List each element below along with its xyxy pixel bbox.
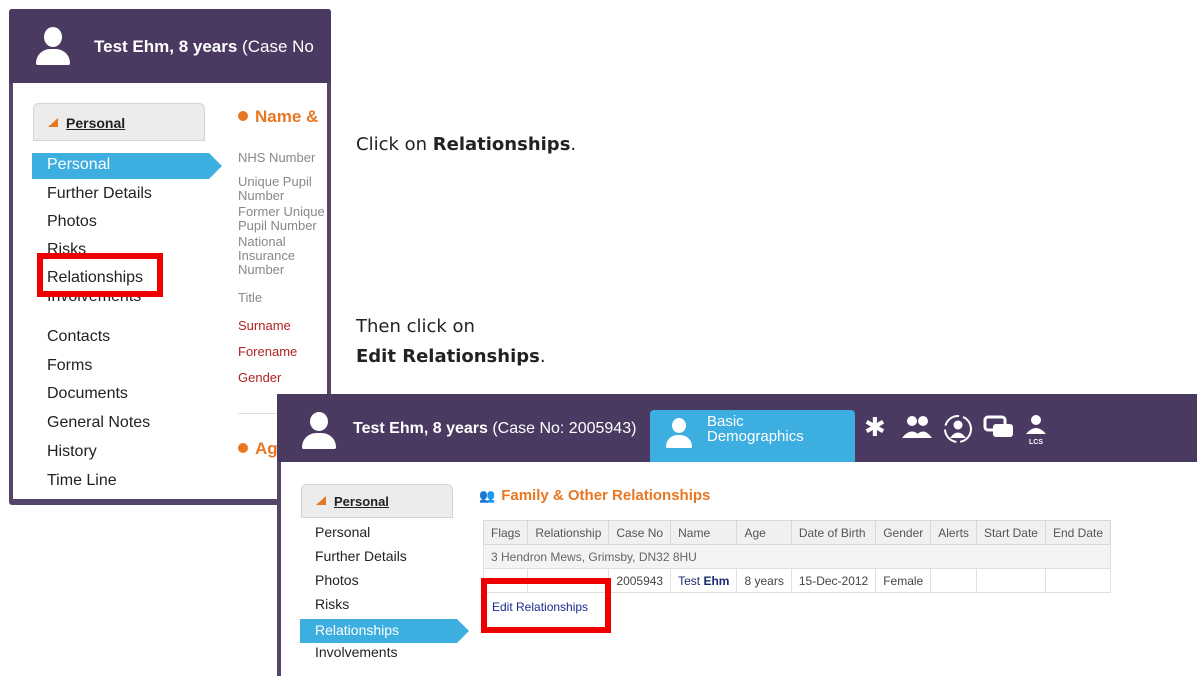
label-ni-number: National Insurance Number — [238, 234, 296, 277]
label-forename: Forename — [238, 344, 298, 359]
cell-case-no: 2005943 — [608, 568, 672, 593]
col-case-no: Case No — [608, 520, 672, 545]
sidebar-item-involvements[interactable]: Involvements — [315, 644, 397, 660]
gear-icon[interactable]: ✱ — [864, 414, 886, 440]
case-title: Test Ehm, 8 years (Case No — [94, 37, 314, 56]
cell-gender: Female — [875, 568, 932, 593]
section-age-title: Ag — [238, 439, 278, 459]
col-relationship: Relationship — [527, 520, 610, 545]
person-icon — [302, 412, 336, 450]
highlight-edit-relationships — [481, 578, 611, 633]
sidebar-heading-personal[interactable]: Personal — [301, 484, 453, 518]
label-gender: Gender — [238, 370, 282, 385]
sidebar-heading-personal[interactable]: Personal — [33, 103, 205, 141]
label-former-upn: Former Unique Pupil Number — [238, 204, 325, 233]
sidebar-item-risks[interactable]: Risks — [47, 241, 86, 253]
screenshot-relationships-tab: Test Ehm, 8 years (Case No: 2005943) Bas… — [277, 394, 1197, 676]
sidebar-item-documents[interactable]: Documents — [47, 385, 128, 403]
instruction-step-2-line1: Then click on — [356, 316, 475, 337]
sidebar-item-personal[interactable]: Personal — [315, 524, 370, 540]
bullet-icon — [238, 111, 248, 121]
case-header: Test Ehm, 8 years (Case No: 2005943) Bas… — [277, 394, 1197, 462]
sidebar-item-time-line[interactable]: Time Line — [47, 472, 117, 490]
address-cell: 3 Hendron Mews, Grimsby, DN32 8HU — [482, 544, 1112, 569]
label-unique-pupil-number: Unique Pupil Number — [238, 174, 312, 203]
triangle-icon — [48, 117, 58, 127]
tab-label: Basic Demographics — [707, 413, 804, 445]
table-header-row: Flags Relationship Case No Name Age Date… — [482, 520, 1112, 545]
bullet-icon — [238, 443, 248, 453]
sidebar-item-photos[interactable]: Photos — [315, 572, 359, 588]
sidebar-item-general-notes[interactable]: General Notes — [47, 414, 150, 432]
cell-age: 8 years — [736, 568, 792, 593]
col-start-date: Start Date — [975, 520, 1046, 545]
triangle-icon — [316, 496, 326, 506]
people-icon: 👥 — [479, 488, 496, 503]
cell-start-date — [975, 568, 1046, 593]
cell-end-date — [1044, 568, 1112, 593]
instruction-step-2-line2: Edit Relationships. — [356, 346, 546, 367]
col-end-date: End Date — [1044, 520, 1112, 545]
sidebar-item-risks[interactable]: Risks — [315, 596, 349, 612]
col-age: Age — [736, 520, 792, 545]
address-row: 3 Hendron Mews, Grimsby, DN32 8HU — [482, 544, 1112, 569]
highlight-relationships — [37, 253, 163, 297]
col-name: Name — [670, 520, 738, 545]
label-title: Title — [238, 290, 263, 305]
case-title: Test Ehm, 8 years (Case No: 2005943) — [353, 420, 637, 437]
cell-dob: 15-Dec-2012 — [790, 568, 877, 593]
case-header: Test Ehm, 8 years (Case No — [9, 9, 331, 83]
sidebar-item-further-details[interactable]: Further Details — [315, 548, 407, 564]
content-area: Personal Personal Further Details Photos… — [281, 462, 1197, 676]
col-gender: Gender — [875, 520, 932, 545]
person-icon — [666, 418, 692, 448]
people-icon[interactable] — [901, 414, 933, 444]
section-title-relationships: 👥 Family & Other Relationships — [479, 487, 711, 504]
col-flags: Flags — [482, 520, 529, 545]
person-icon — [35, 27, 71, 67]
instruction-step-1: Click on Relationships. — [356, 134, 577, 155]
svg-text:LCS: LCS — [1029, 439, 1043, 446]
user-circle-icon[interactable] — [942, 414, 974, 448]
sidebar-item-contacts[interactable]: Contacts — [47, 328, 110, 346]
tab-basic-demographics[interactable]: Basic Demographics — [650, 410, 855, 462]
col-alerts: Alerts — [930, 520, 977, 545]
col-dob: Date of Birth — [790, 520, 877, 545]
section-name-title: Name & — [238, 107, 318, 127]
label-surname: Surname — [238, 318, 291, 333]
lcs-user-icon[interactable]: LCS — [1023, 414, 1049, 450]
cell-alerts — [930, 568, 977, 593]
messages-icon[interactable] — [983, 414, 1015, 444]
sidebar-item-personal[interactable]: Personal — [32, 153, 222, 179]
cell-name[interactable]: Test Ehm — [670, 568, 738, 593]
sidebar-item-history[interactable]: History — [47, 443, 97, 461]
sidebar-item-further-details[interactable]: Further Details — [47, 185, 152, 203]
sidebar-item-forms[interactable]: Forms — [47, 357, 92, 375]
sidebar-item-relationships[interactable]: Relationships — [300, 619, 469, 643]
sidebar-item-photos[interactable]: Photos — [47, 213, 97, 231]
label-nhs-number: NHS Number — [238, 150, 316, 165]
